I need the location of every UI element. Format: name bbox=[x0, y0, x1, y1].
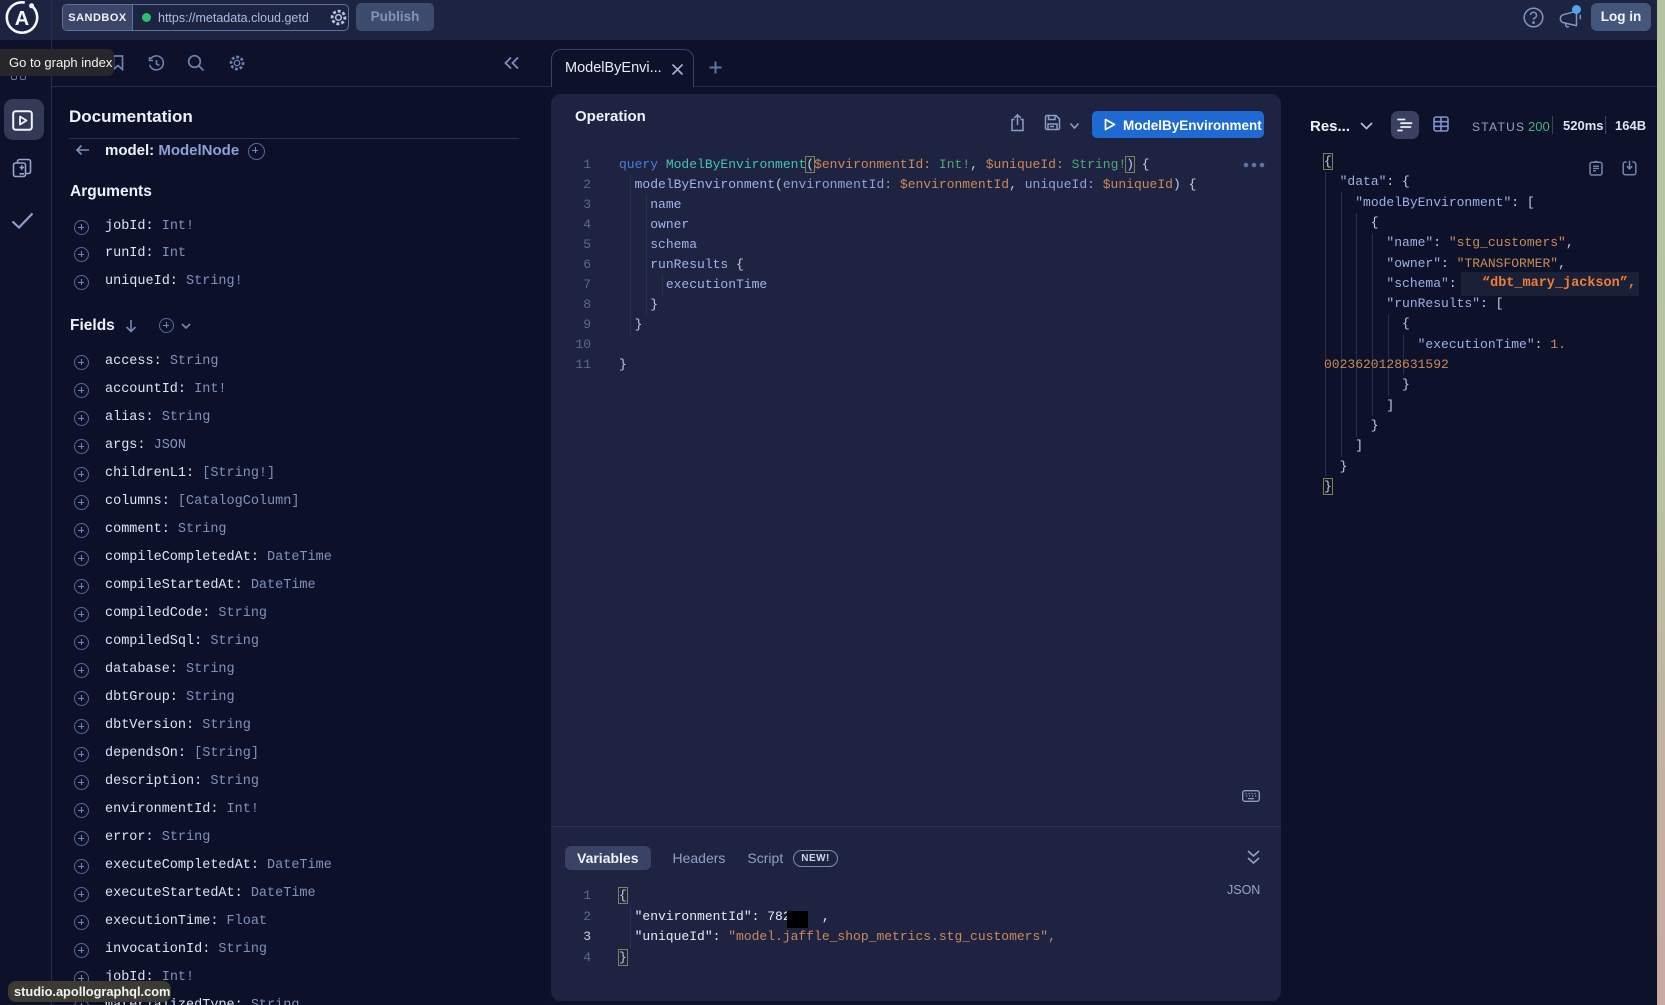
svg-text:A: A bbox=[15, 8, 29, 30]
